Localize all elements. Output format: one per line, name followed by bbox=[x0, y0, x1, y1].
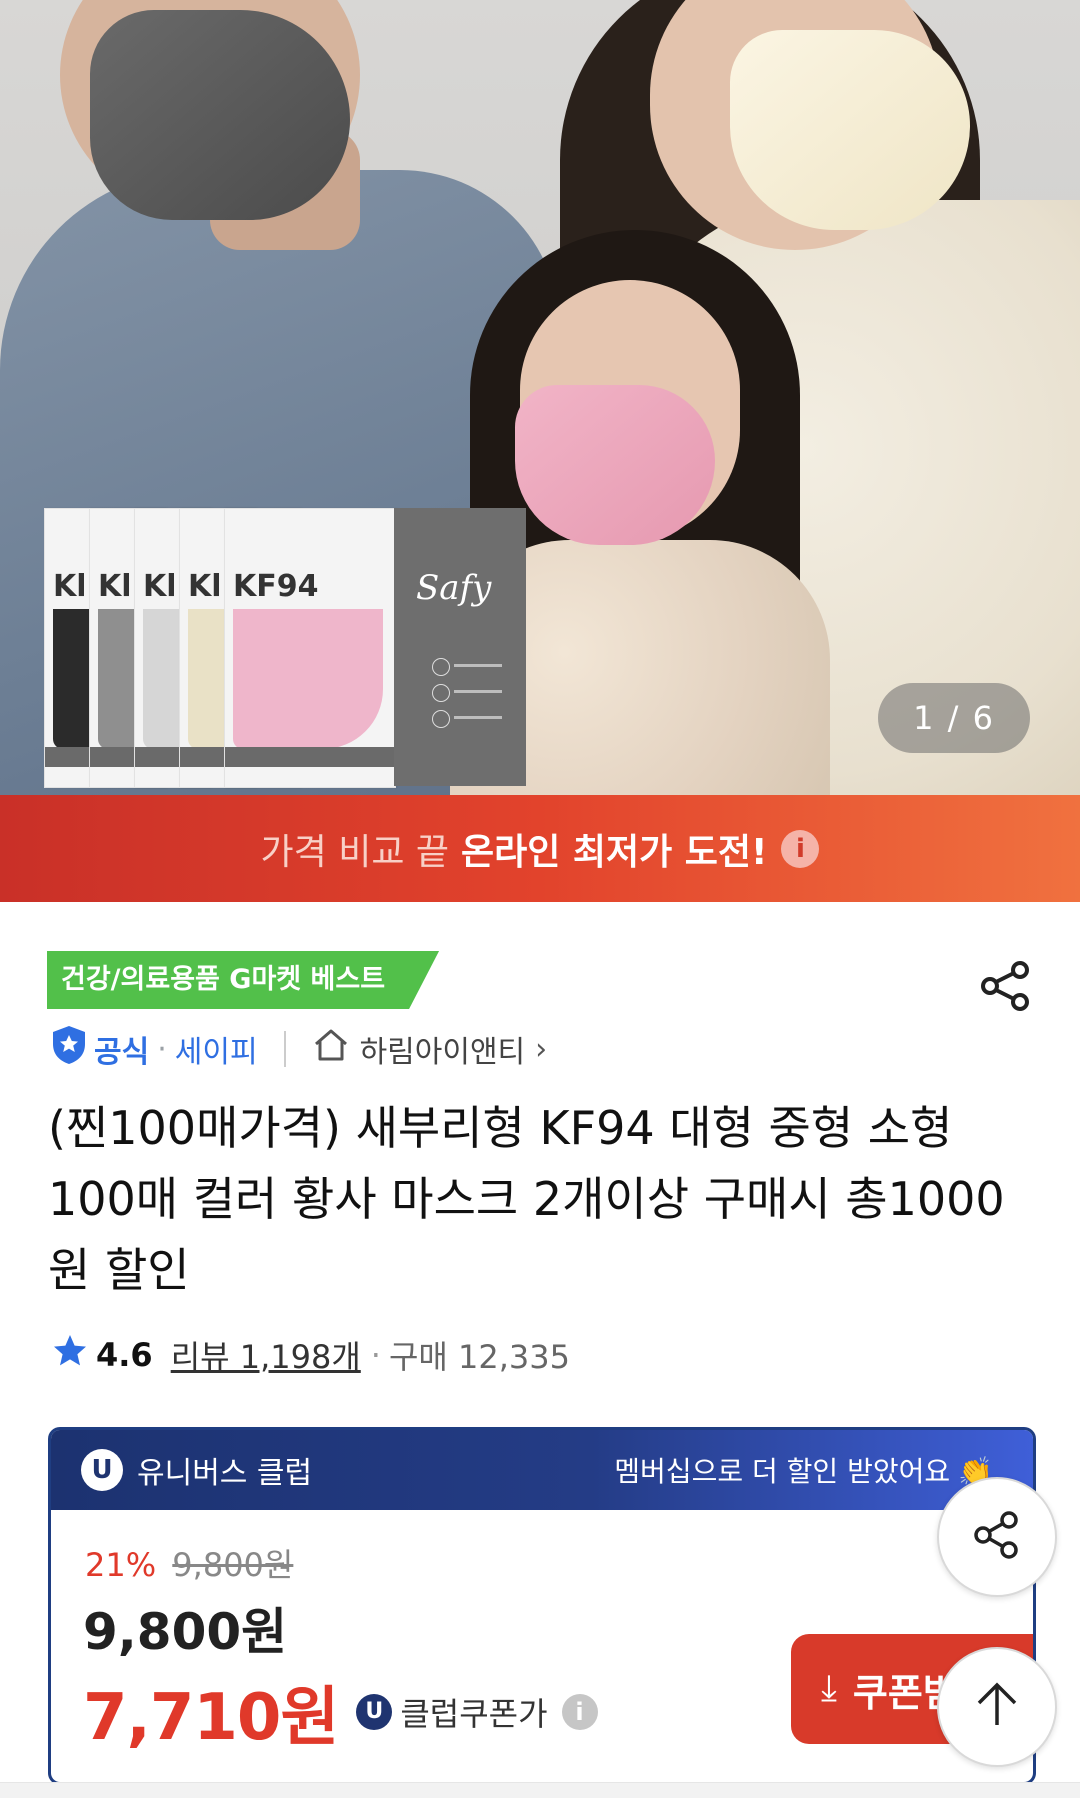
club-header[interactable]: U 유니버스 클럽 멤버십으로 더 할인 받았어요 👏 bbox=[51, 1430, 1033, 1510]
star-icon bbox=[52, 1333, 88, 1377]
coupon-price: 7,710원 bbox=[83, 1681, 339, 1755]
carousel-page-indicator: 1 / 6 bbox=[878, 683, 1030, 753]
feature-icon bbox=[432, 658, 450, 676]
feature-line bbox=[454, 664, 502, 667]
promo-bold-text: 온라인 최저가 도전! bbox=[461, 831, 768, 873]
package-label: Kl bbox=[143, 569, 177, 604]
separator-dot: · bbox=[157, 1031, 167, 1067]
package-label: KF94 bbox=[233, 569, 319, 604]
bottom-edge bbox=[0, 1782, 1080, 1798]
mask-shape bbox=[233, 609, 383, 749]
product-title: (찐100매가격) 새부리형 KF94 대형 중형 소형 100매 컬러 황사 … bbox=[48, 1101, 1005, 1297]
package-pink: KF94 bbox=[224, 508, 396, 788]
divider bbox=[283, 1031, 286, 1067]
gray-mask bbox=[90, 10, 350, 220]
safe-label[interactable]: 세이피 bbox=[175, 1027, 258, 1071]
arrow-up-icon bbox=[969, 1677, 1025, 1737]
feature-line bbox=[454, 716, 502, 719]
club-coupon-price-row: 7,710원 U 클럽쿠폰가 i bbox=[83, 1666, 598, 1758]
scroll-to-top-button[interactable] bbox=[937, 1647, 1057, 1767]
download-icon: ⤓ bbox=[821, 1668, 837, 1709]
package-band bbox=[225, 747, 395, 767]
product-image-carousel[interactable]: Kl Kl Kl Kl KF94 Safy 1 / 6 bbox=[0, 0, 1080, 795]
package-label: Kl bbox=[53, 569, 87, 604]
info-icon[interactable]: i bbox=[561, 1694, 598, 1730]
promo-light-text: 가격 비교 끝 bbox=[260, 831, 450, 873]
feature-icon bbox=[432, 684, 450, 702]
universe-club-box: U 유니버스 클럽 멤버십으로 더 할인 받았어요 👏 21% 9,800원 9,… bbox=[48, 1427, 1036, 1785]
discount-row: 21% 9,800원 bbox=[85, 1540, 293, 1586]
info-icon[interactable]: i bbox=[781, 829, 820, 868]
lowest-price-banner[interactable]: 가격 비교 끝 온라인 최저가 도전! i bbox=[0, 795, 1080, 902]
official-label: 공식 bbox=[94, 1035, 150, 1070]
floating-share-button[interactable] bbox=[937, 1477, 1057, 1597]
feature-line bbox=[454, 690, 502, 693]
package-back: Safy bbox=[394, 508, 526, 786]
pink-mask bbox=[515, 385, 715, 545]
chevron-right-icon: › bbox=[535, 1031, 548, 1067]
discount-percent: 21% bbox=[85, 1546, 157, 1584]
coupon-price-label: 클럽쿠폰가 bbox=[400, 1695, 548, 1733]
rating-row: 4.6 리뷰 1,198개 · 구매 12,335 bbox=[52, 1330, 570, 1380]
product-package-group: Kl Kl Kl Kl KF94 Safy bbox=[44, 508, 526, 788]
shield-star-icon bbox=[50, 1024, 88, 1074]
share-icon[interactable] bbox=[978, 958, 1034, 1014]
purchase-count: 구매 12,335 bbox=[388, 1338, 570, 1376]
package-label: Kl bbox=[98, 569, 132, 604]
package-brand: Safy bbox=[416, 568, 492, 608]
home-icon bbox=[312, 1027, 350, 1071]
club-message: 멤버십으로 더 할인 받았어요 👏 bbox=[614, 1450, 993, 1490]
seller-row: 공식 · 세이피 하림아이앤티 › bbox=[50, 1025, 547, 1073]
original-price: 9,800원 bbox=[172, 1546, 294, 1584]
rating-score: 4.6 bbox=[96, 1336, 153, 1374]
club-name: 유니버스 클럽 bbox=[137, 1456, 313, 1491]
share-icon bbox=[969, 1507, 1025, 1567]
club-badge-icon: U bbox=[81, 1449, 123, 1491]
review-count-link[interactable]: 리뷰 1,198개 bbox=[171, 1332, 361, 1378]
sale-price: 9,800원 bbox=[83, 1603, 288, 1661]
shop-name-link[interactable]: 하림아이앤티 bbox=[360, 1027, 526, 1071]
package-label: Kl bbox=[188, 569, 222, 604]
best-seller-badge[interactable]: 건강/의료용품 G마켓 베스트 bbox=[47, 951, 439, 1009]
beige-mask bbox=[730, 30, 970, 230]
separator-dot: · bbox=[370, 1336, 381, 1374]
club-message-text: 멤버십으로 더 할인 받았어요 bbox=[614, 1455, 951, 1488]
club-badge-icon: U bbox=[356, 1694, 393, 1730]
feature-icon bbox=[432, 710, 450, 728]
